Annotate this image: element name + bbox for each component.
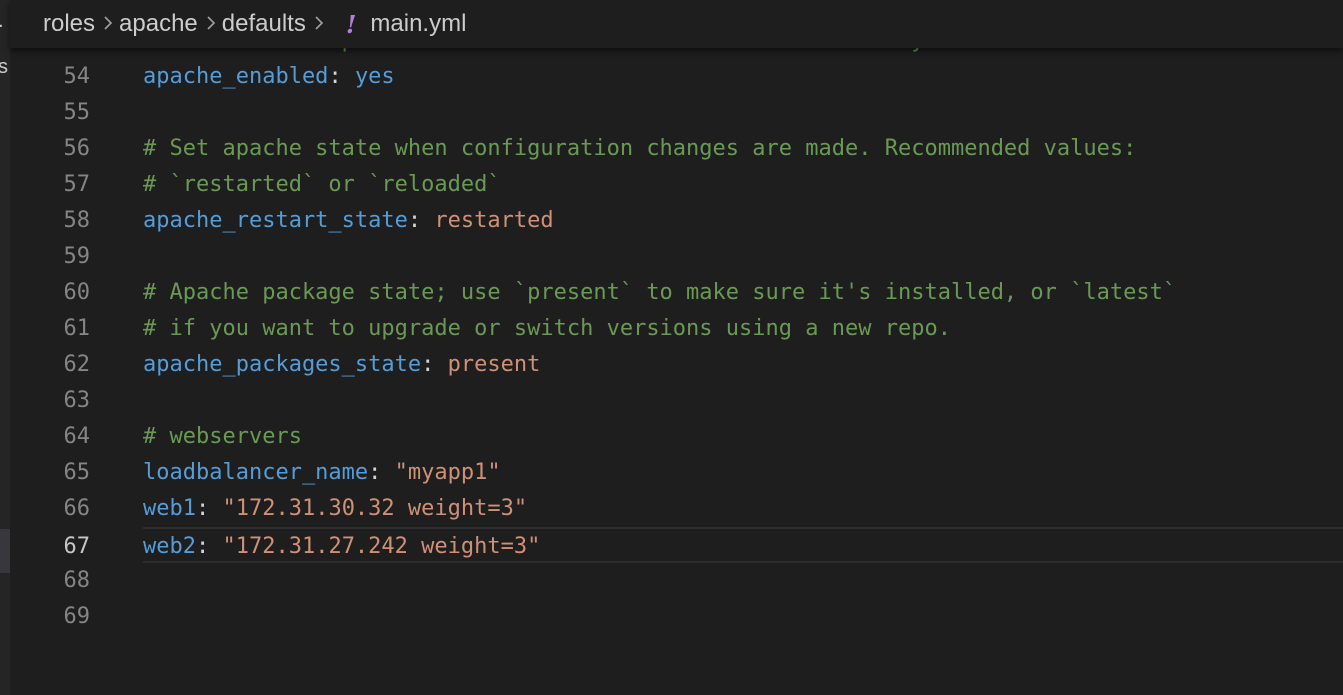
line-content: # if you want to upgrade or switch versi…: [143, 311, 951, 347]
yaml-key: apache_packages_state: [143, 352, 422, 377]
yaml-file-icon: !: [345, 9, 357, 39]
yaml-key: apache_restart_state: [143, 208, 408, 233]
comment-text: # Apache package state; use `present` to…: [143, 280, 1177, 305]
breadcrumb-item-defaults[interactable]: defaults: [222, 10, 306, 38]
line-number: 67: [63, 534, 91, 559]
clipped-sidebar-text: .: [0, 10, 4, 33]
code-line[interactable]: 57 # `restarted` or `reloaded`: [10, 167, 1343, 203]
yaml-separator: :: [407, 208, 435, 233]
line-content: loadbalancer_name: "myapp1": [143, 455, 501, 491]
line-number: 64: [63, 424, 91, 449]
line-content: # Apache package state; use `present` to…: [143, 275, 1176, 311]
code-line[interactable]: 60 # Apache package state; use `present` …: [10, 275, 1343, 311]
code-line[interactable]: 69: [10, 599, 1343, 635]
comment-text: # Set apache state when configuration ch…: [143, 136, 1137, 161]
line-content: apache_restart_state: restarted: [143, 203, 554, 239]
line-number: 55: [63, 100, 91, 125]
comment-text: # if you want to upgrade or switch versi…: [143, 316, 951, 341]
comment-text: # `restarted` or `reloaded`: [143, 172, 501, 197]
line-content: web2: "172.31.27.242 weight=3": [143, 529, 540, 565]
line-number: 58: [63, 208, 91, 233]
line-number: 60: [63, 280, 91, 305]
breadcrumb-item-roles[interactable]: roles: [43, 10, 95, 38]
line-content: # Set apache state when configuration ch…: [143, 131, 1136, 167]
line-content: # webservers: [143, 419, 302, 455]
line-number: 57: [63, 172, 91, 197]
code-line[interactable]: 65 loadbalancer_name: "myapp1": [10, 455, 1343, 491]
code-line[interactable]: 62 apache_packages_state: present: [10, 347, 1343, 383]
yaml-separator: :: [195, 496, 223, 521]
yaml-value: "myapp1": [394, 460, 501, 485]
line-content: # `restarted` or `reloaded`: [143, 167, 501, 203]
active-indicator: [0, 529, 10, 573]
yaml-separator: :: [368, 460, 395, 485]
line-number: 65: [63, 460, 91, 485]
line-number: 59: [63, 244, 91, 269]
code-line[interactable]: 54 apache_enabled: yes: [10, 59, 1343, 95]
code-line[interactable]: 68: [10, 563, 1343, 599]
line-number: 68: [63, 568, 91, 593]
code-line[interactable]: 59: [10, 239, 1343, 275]
yaml-separator: :: [328, 64, 355, 89]
breadcrumb: roles apache defaults ! main.yml: [10, 0, 1343, 48]
code-line[interactable]: 61 # if you want to upgrade or switch ver…: [10, 311, 1343, 347]
comment-text: # webservers: [143, 424, 302, 449]
yaml-key: apache_enabled: [143, 64, 329, 89]
yaml-value: present: [447, 352, 541, 377]
line-content: apache_enabled: yes: [143, 59, 395, 95]
activity-strip: . s: [0, 0, 10, 695]
line-number: 62: [63, 352, 91, 377]
clipped-sidebar-text: s: [0, 56, 8, 78]
chevron-right-icon: [103, 10, 113, 38]
line-number: 61: [63, 316, 91, 341]
code-line[interactable]: 63: [10, 383, 1343, 419]
yaml-key: web2: [143, 534, 196, 559]
yaml-value: "172.31.30.32 weight=3": [222, 496, 528, 521]
code-line[interactable]: 56 # Set apache state when configuration …: [10, 131, 1343, 167]
line-number: 69: [63, 604, 91, 629]
line-content: web1: "172.31.30.32 weight=3": [143, 491, 527, 527]
yaml-key: loadbalancer_name: [143, 460, 369, 485]
yaml-value: "172.31.27.242 weight=3": [222, 534, 541, 559]
line-number: 66: [63, 496, 91, 521]
breadcrumb-item-file[interactable]: main.yml: [370, 10, 466, 38]
code-line[interactable]: 66 web1: "172.31.30.32 weight=3": [10, 491, 1343, 527]
yaml-value: restarted: [434, 208, 554, 233]
breadcrumb-item-apache[interactable]: apache: [119, 10, 198, 38]
yaml-key: web1: [143, 496, 196, 521]
line-number: 63: [63, 388, 91, 413]
yaml-boolean: yes: [354, 64, 395, 89]
line-content: apache_packages_state: present: [143, 347, 540, 383]
chevron-right-icon: [314, 10, 324, 38]
code-line[interactable]: 55: [10, 95, 1343, 131]
yaml-separator: :: [421, 352, 448, 377]
line-number: 56: [63, 136, 91, 161]
code-editor[interactable]: 53# Set initial apache service status. R…: [10, 0, 1343, 695]
code-line[interactable]: 58 apache_restart_state: restarted: [10, 203, 1343, 239]
chevron-right-icon: [206, 10, 216, 38]
yaml-separator: :: [195, 534, 223, 559]
line-number: 54: [63, 64, 91, 89]
code-line[interactable]: 64 # webservers: [10, 419, 1343, 455]
current-code-line[interactable]: 67 web2: "172.31.27.242 weight=3": [64, 527, 1343, 565]
